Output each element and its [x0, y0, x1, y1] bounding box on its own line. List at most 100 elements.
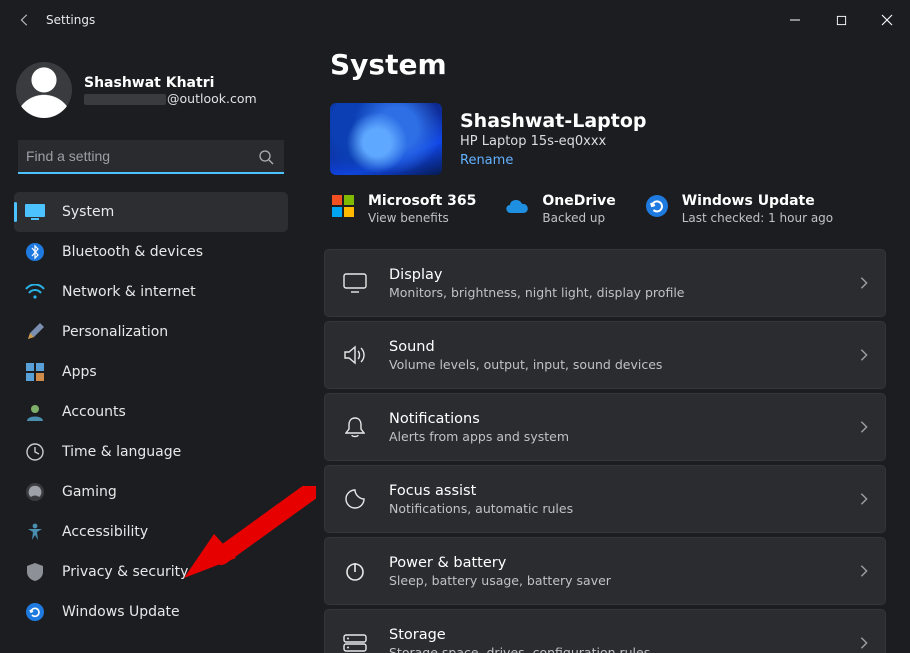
status-title: Microsoft 365: [368, 193, 476, 209]
device-model: HP Laptop 15s-eq0xxx: [460, 134, 646, 149]
sidebar-item-accounts[interactable]: Accounts: [14, 392, 288, 432]
update-icon: [24, 601, 46, 623]
notifications-icon: [341, 413, 369, 441]
sidebar-item-network[interactable]: Network & internet: [14, 272, 288, 312]
back-arrow-icon[interactable]: [18, 13, 32, 27]
device-wallpaper-thumb: [330, 103, 442, 175]
sidebar-item-label: Accessibility: [62, 524, 148, 540]
window-controls: [772, 5, 910, 35]
status-sub: Last checked: 1 hour ago: [682, 211, 833, 225]
status-onedrive[interactable]: OneDrive Backed up: [504, 193, 615, 225]
settings-list: Display Monitors, brightness, night ligh…: [324, 249, 886, 653]
sidebar-item-apps[interactable]: Apps: [14, 352, 288, 392]
personalize-icon: [24, 321, 46, 343]
content: System Shashwat-Laptop HP Laptop 15s-eq0…: [300, 40, 910, 653]
row-display[interactable]: Display Monitors, brightness, night ligh…: [324, 249, 886, 317]
row-focus-assist[interactable]: Focus assist Notifications, automatic ru…: [324, 465, 886, 533]
chevron-right-icon: [857, 492, 871, 506]
sidebar-item-gaming[interactable]: Gaming: [14, 472, 288, 512]
chevron-right-icon: [857, 420, 871, 434]
chevron-right-icon: [857, 636, 871, 650]
status-title: Windows Update: [682, 193, 833, 209]
sidebar-item-personalization[interactable]: Personalization: [14, 312, 288, 352]
m365-icon: [330, 193, 356, 219]
row-title: Storage: [389, 627, 841, 643]
sidebar-item-time-language[interactable]: Time & language: [14, 432, 288, 472]
apps-icon: [24, 361, 46, 383]
sidebar-item-label: Bluetooth & devices: [62, 244, 203, 260]
profile-name: Shashwat Khatri: [84, 75, 257, 91]
sidebar-item-system[interactable]: System: [14, 192, 288, 232]
search-input[interactable]: [18, 140, 284, 174]
wifi-icon: [24, 281, 46, 303]
sound-icon: [341, 341, 369, 369]
row-sub: Volume levels, output, input, sound devi…: [389, 357, 841, 372]
row-title: Focus assist: [389, 483, 841, 499]
minimize-button[interactable]: [772, 5, 818, 35]
row-storage[interactable]: Storage Storage space, drives, configura…: [324, 609, 886, 653]
row-sub: Sleep, battery usage, battery saver: [389, 573, 841, 588]
privacy-icon: [24, 561, 46, 583]
sidebar-item-bluetooth[interactable]: Bluetooth & devices: [14, 232, 288, 272]
titlebar: Settings: [0, 0, 910, 40]
status-sub: View benefits: [368, 211, 476, 225]
sidebar-item-label: Network & internet: [62, 284, 196, 300]
search-wrap: [18, 140, 284, 174]
sidebar: Shashwat Khatri @outlook.com System: [0, 40, 300, 653]
redacted-email-local: [84, 94, 166, 105]
windows-update-icon: [644, 193, 670, 219]
sidebar-item-windows-update[interactable]: Windows Update: [14, 592, 288, 632]
time-icon: [24, 441, 46, 463]
accessibility-icon: [24, 521, 46, 543]
row-sub: Notifications, automatic rules: [389, 501, 841, 516]
row-sub: Alerts from apps and system: [389, 429, 841, 444]
bluetooth-icon: [24, 241, 46, 263]
profile-email: @outlook.com: [84, 91, 257, 106]
rename-link[interactable]: Rename: [460, 153, 646, 168]
status-sub: Backed up: [542, 211, 615, 225]
power-icon: [341, 557, 369, 585]
sidebar-item-accessibility[interactable]: Accessibility: [14, 512, 288, 552]
status-row: Microsoft 365 View benefits OneDrive Bac…: [330, 193, 886, 225]
row-notifications[interactable]: Notifications Alerts from apps and syste…: [324, 393, 886, 461]
row-sub: Monitors, brightness, night light, displ…: [389, 285, 841, 300]
focus-icon: [341, 485, 369, 513]
sidebar-item-label: Privacy & security: [62, 564, 188, 580]
gaming-icon: [24, 481, 46, 503]
close-button[interactable]: [864, 5, 910, 35]
sidebar-item-label: Time & language: [62, 444, 181, 460]
nav-list: System Bluetooth & devices Network & int…: [14, 192, 288, 632]
status-title: OneDrive: [542, 193, 615, 209]
row-title: Sound: [389, 339, 841, 355]
sidebar-item-label: Accounts: [62, 404, 126, 420]
chevron-right-icon: [857, 564, 871, 578]
window-title: Settings: [46, 13, 95, 27]
profile-block[interactable]: Shashwat Khatri @outlook.com: [16, 62, 288, 118]
page-title: System: [330, 48, 886, 81]
sidebar-item-privacy-security[interactable]: Privacy & security: [14, 552, 288, 592]
avatar: [16, 62, 72, 118]
display-icon: [341, 269, 369, 297]
row-title: Notifications: [389, 411, 841, 427]
maximize-button[interactable]: [818, 5, 864, 35]
accounts-icon: [24, 401, 46, 423]
device-summary: Shashwat-Laptop HP Laptop 15s-eq0xxx Ren…: [330, 103, 886, 175]
status-windows-update[interactable]: Windows Update Last checked: 1 hour ago: [644, 193, 833, 225]
system-icon: [24, 201, 46, 223]
sidebar-item-label: Gaming: [62, 484, 117, 500]
device-name: Shashwat-Laptop: [460, 110, 646, 132]
status-microsoft-365[interactable]: Microsoft 365 View benefits: [330, 193, 476, 225]
row-title: Power & battery: [389, 555, 841, 571]
row-sub: Storage space, drives, configuration rul…: [389, 645, 841, 653]
sidebar-item-label: System: [62, 204, 114, 220]
row-title: Display: [389, 267, 841, 283]
row-sound[interactable]: Sound Volume levels, output, input, soun…: [324, 321, 886, 389]
sidebar-item-label: Apps: [62, 364, 97, 380]
search-icon: [258, 149, 274, 165]
chevron-right-icon: [857, 276, 871, 290]
storage-icon: [341, 629, 369, 653]
sidebar-item-label: Personalization: [62, 324, 168, 340]
row-power-battery[interactable]: Power & battery Sleep, battery usage, ba…: [324, 537, 886, 605]
onedrive-icon: [504, 193, 530, 219]
chevron-right-icon: [857, 348, 871, 362]
